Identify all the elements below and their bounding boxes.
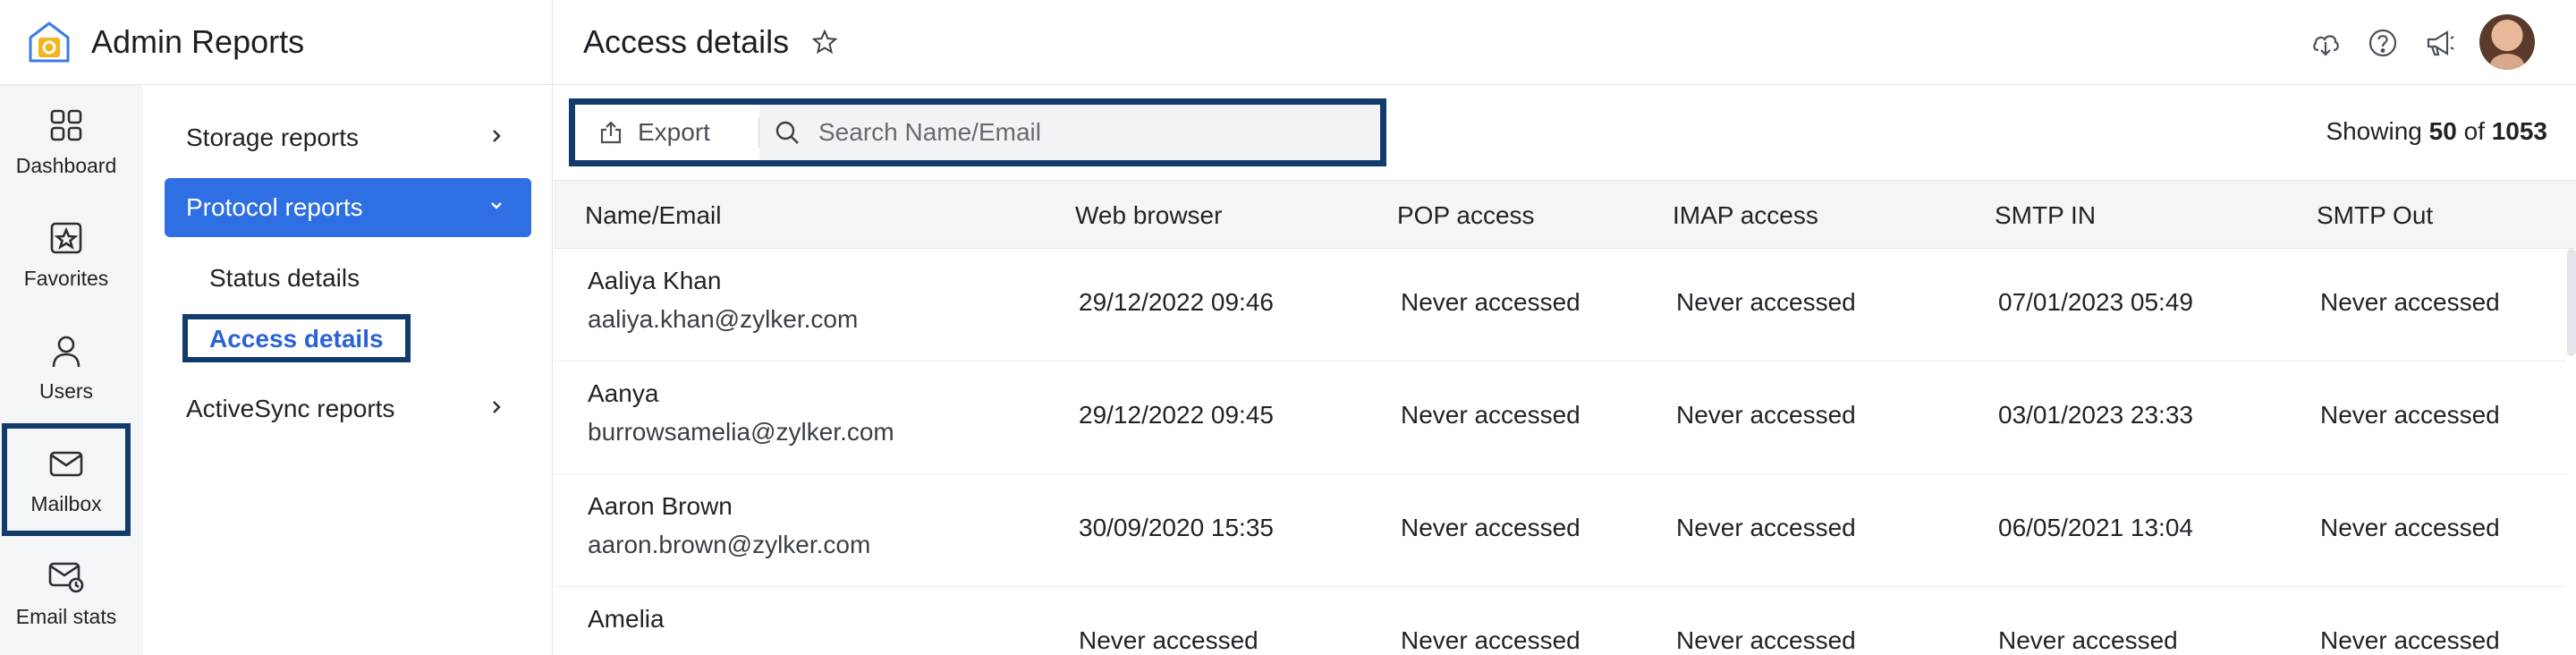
page-header: Access details [553,0,2576,85]
rail-label: Mailbox [30,491,102,515]
app-header: Admin Reports [0,0,553,85]
smtp-in-access: 07/01/2023 05:49 [1998,288,2193,316]
showing-prefix: Showing [2326,117,2422,145]
submenu-status-details[interactable]: Status details [209,264,360,293]
search-input[interactable] [817,117,1353,148]
table-row[interactable]: Aanya burrowsamelia@zylker.com 29/12/202… [554,362,2566,474]
page-title: Access details [583,23,790,60]
user-name: Aaron Brown [588,492,733,520]
table-header: Name/Email Web browser POP access IMAP a… [554,180,2576,249]
showing-count: 50 [2428,117,2457,145]
search-box [759,105,1380,160]
rail-label: Dashboard [15,153,117,177]
smtp-in-access: 06/05/2021 13:04 [1998,514,2193,541]
table-toolbar: Export [569,98,1386,166]
rail-label: Favorites [23,266,109,290]
favorite-star-icon[interactable] [810,28,839,56]
showing-total: 1053 [2491,117,2547,145]
submenu-storage-reports[interactable]: Storage reports [165,108,531,167]
cloud-download-icon[interactable] [2309,27,2342,59]
help-icon[interactable] [2367,27,2399,59]
column-header-name-email[interactable]: Name/Email [585,201,721,230]
chevron-right-icon [493,401,501,413]
smtp-out-access: Never accessed [2320,401,2500,429]
export-button[interactable]: Export [575,105,758,160]
chevron-down-icon [491,202,502,209]
left-rail: Dashboard Favorites Users Mailbox Email … [0,85,143,655]
rail-item-dashboard[interactable]: Dashboard [0,85,132,198]
imap-access: Never accessed [1676,288,1856,316]
smtp-out-access: Never accessed [2320,514,2500,541]
table-row[interactable]: Aaliya Khan aaliya.khan@zylker.com 29/12… [554,249,2566,362]
imap-access: Never accessed [1676,401,1856,429]
user-name: Amelia [588,605,665,633]
dashboard-grid-icon [50,109,82,140]
rail-label: Email stats [15,604,117,628]
web-browser-access: 30/09/2020 15:35 [1079,514,1274,541]
table-row[interactable]: Aaron Brown aaron.brown@zylker.com 30/09… [554,474,2566,587]
pop-access: Never accessed [1401,401,1580,429]
smtp-in-access: Never accessed [1998,626,2178,654]
submenu-protocol-reports[interactable]: Protocol reports [165,178,531,237]
pop-access: Never accessed [1401,514,1580,541]
user-email: burrowsamelia@zylker.com [588,418,894,446]
smtp-in-access: 03/01/2023 23:33 [1998,401,2193,429]
submenu-label: Storage reports [186,123,359,151]
table-scrollbar[interactable] [2567,249,2576,356]
rail-item-email-stats[interactable]: Email stats [0,536,132,649]
reports-submenu: Storage reports Protocol reports Status … [143,85,553,655]
search-icon [775,121,799,144]
column-header-pop-access[interactable]: POP access [1397,201,1535,230]
submenu-activesync-reports[interactable]: ActiveSync reports [165,379,531,438]
rail-label: Users [38,379,94,403]
favorites-star-icon [50,222,82,253]
imap-access: Never accessed [1676,514,1856,541]
user-icon [52,336,80,367]
web-browser-access: 29/12/2022 09:45 [1079,401,1274,429]
chevron-right-icon [493,130,501,142]
column-header-imap-access[interactable]: IMAP access [1673,201,1818,230]
submenu-access-details[interactable]: Access details [182,314,411,362]
column-header-smtp-out[interactable]: SMTP Out [2317,201,2433,230]
user-name: Aanya [588,379,659,407]
user-email: aaron.brown@zylker.com [588,531,871,558]
web-browser-access: 29/12/2022 09:46 [1079,288,1274,316]
user-email: aaliya.khan@zylker.com [588,305,859,333]
showing-of: of [2463,117,2485,145]
rail-item-mailbox[interactable]: Mailbox [2,423,131,536]
app-title: Admin Reports [91,23,305,60]
pop-access: Never accessed [1401,626,1580,654]
mailbox-icon [49,451,83,476]
admin-reports-logo-icon[interactable] [27,20,72,64]
imap-access: Never accessed [1676,626,1856,654]
submenu-label: ActiveSync reports [186,395,395,422]
export-icon [600,121,622,144]
column-header-smtp-in[interactable]: SMTP IN [1995,201,2096,230]
column-header-web-browser[interactable]: Web browser [1075,201,1222,230]
rail-item-users[interactable]: Users [0,310,132,423]
export-label: Export [638,118,710,146]
submenu-label: Protocol reports [186,193,363,221]
table-row[interactable]: Amelia Never accessed Never accessed Nev… [554,587,2566,655]
smtp-out-access: Never accessed [2320,288,2500,316]
smtp-out-access: Never accessed [2320,626,2500,654]
email-stats-icon [48,562,84,592]
rail-item-favorites[interactable]: Favorites [0,198,132,310]
user-avatar[interactable] [2479,14,2535,70]
pop-access: Never accessed [1401,288,1580,316]
announcement-icon[interactable] [2424,27,2456,59]
user-name: Aaliya Khan [588,267,722,294]
result-count: Showing 50 of 1053 [2326,117,2547,146]
web-browser-access: Never accessed [1079,626,1258,654]
